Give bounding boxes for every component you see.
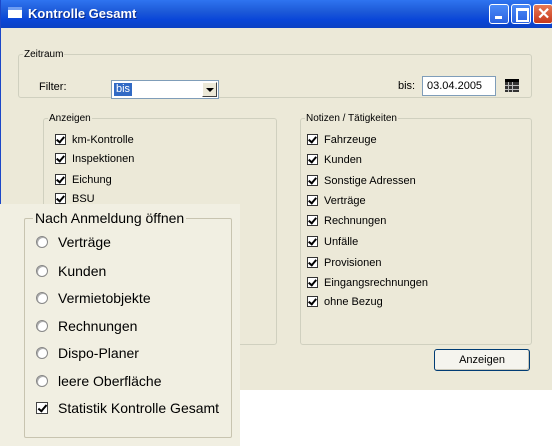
radio-icon[interactable] xyxy=(36,265,48,277)
checkbox-checked-icon[interactable] xyxy=(307,154,318,165)
close-button[interactable]: ✕ xyxy=(533,4,552,24)
maximize-icon xyxy=(516,8,529,22)
title-bar[interactable]: Kontrolle Gesamt ✕ xyxy=(1,0,552,28)
radio-dispo-planer[interactable]: Dispo-Planer xyxy=(36,343,139,363)
checkbox-rechnungen[interactable]: Rechnungen xyxy=(307,213,386,228)
anzeigen-legend: Anzeigen xyxy=(49,113,91,124)
radio-label: Kunden xyxy=(58,263,107,279)
checkbox-label: Unfälle xyxy=(324,235,359,248)
checkbox-checked-icon[interactable] xyxy=(307,257,318,268)
date-input[interactable]: 03.04.2005 xyxy=(422,76,496,96)
close-icon: ✕ xyxy=(537,6,551,23)
radio-rechnungen[interactable]: Rechnungen xyxy=(36,316,137,336)
checkbox-checked-icon[interactable] xyxy=(307,215,318,226)
checkbox-vertraege[interactable]: Verträge xyxy=(307,193,366,208)
checkbox-checked-icon[interactable] xyxy=(307,175,318,186)
checkbox-label: Fahrzeuge xyxy=(324,133,377,146)
checkbox-checked-icon[interactable] xyxy=(55,153,66,164)
radio-label: Vermietobjekte xyxy=(58,290,151,306)
checkbox-sonstige-adressen[interactable]: Sonstige Adressen xyxy=(307,173,416,188)
minimize-icon xyxy=(495,16,502,19)
filter-select[interactable]: bis xyxy=(111,80,219,99)
checkbox-label: km-Kontrolle xyxy=(72,133,134,146)
checkbox-label: Kunden xyxy=(324,153,362,166)
checkbox-km-kontrolle[interactable]: km-Kontrolle xyxy=(55,132,134,147)
radio-label: Dispo-Planer xyxy=(58,345,139,361)
chevron-down-icon[interactable] xyxy=(202,82,217,97)
radio-label: leere Oberfläche xyxy=(58,373,162,389)
radio-kunden[interactable]: Kunden xyxy=(36,261,106,281)
radio-icon[interactable] xyxy=(36,347,48,359)
radio-icon[interactable] xyxy=(36,292,48,304)
checkbox-checked-icon[interactable] xyxy=(307,236,318,247)
radio-vermietobjekte[interactable]: Vermietobjekte xyxy=(36,288,151,308)
checkbox-label: Provisionen xyxy=(324,256,382,269)
checkbox-label: Statistik Kontrolle Gesamt xyxy=(58,400,220,416)
notizen-legend: Notizen / Tätigkeiten xyxy=(306,113,397,124)
checkbox-label: Eingangsrechnungen xyxy=(324,276,428,289)
radio-label: Rechnungen xyxy=(58,318,138,334)
filter-label: Filter: xyxy=(39,81,67,93)
radio-icon[interactable] xyxy=(36,320,48,332)
checkbox-checked-icon[interactable] xyxy=(307,296,318,307)
anzeigen-button[interactable]: Anzeigen xyxy=(434,349,530,371)
radio-leere-oberflaeche[interactable]: leere Oberfläche xyxy=(36,371,162,391)
checkbox-checked-icon[interactable] xyxy=(307,277,318,288)
bis-label: bis: xyxy=(398,80,416,92)
checkbox-checked-icon[interactable] xyxy=(307,134,318,145)
checkbox-checked-icon[interactable] xyxy=(55,193,66,204)
notizen-group: Notizen / Tätigkeiten xyxy=(300,113,532,345)
minimize-button[interactable] xyxy=(489,4,509,24)
radio-vertraege[interactable]: Verträge xyxy=(36,232,111,252)
checkbox-checked-icon[interactable] xyxy=(55,134,66,145)
maximize-button[interactable] xyxy=(511,4,531,24)
checkbox-label: Eichung xyxy=(72,173,112,186)
calendar-button[interactable] xyxy=(502,77,522,95)
radio-icon[interactable] xyxy=(36,236,48,248)
radio-label: Verträge xyxy=(58,234,111,250)
checkbox-label: Inspektionen xyxy=(72,152,135,165)
radio-icon[interactable] xyxy=(36,375,48,387)
checkbox-checked-icon[interactable] xyxy=(307,195,318,206)
checkbox-label: Rechnungen xyxy=(324,214,387,227)
window-icon xyxy=(8,7,22,18)
checkbox-label: BSU xyxy=(72,192,95,205)
checkbox-inspektionen[interactable]: Inspektionen xyxy=(55,151,134,166)
checkbox-kunden[interactable]: Kunden xyxy=(307,152,362,167)
filter-select-value: bis xyxy=(114,83,133,96)
checkbox-checked-icon[interactable] xyxy=(55,174,66,185)
checkbox-provisionen[interactable]: Provisionen xyxy=(307,255,381,270)
startup-options-legend: Nach Anmeldung öffnen xyxy=(35,210,185,226)
checkbox-label: Sonstige Adressen xyxy=(324,174,416,187)
checkbox-label: ohne Bezug xyxy=(324,295,383,308)
checkbox-fahrzeuge[interactable]: Fahrzeuge xyxy=(307,132,377,147)
checkbox-eichung[interactable]: Eichung xyxy=(55,172,112,187)
checkbox-unfaelle[interactable]: Unfälle xyxy=(307,234,358,249)
checkbox-statistik-kontrolle-gesamt[interactable]: Statistik Kontrolle Gesamt xyxy=(36,398,219,418)
calendar-icon xyxy=(505,79,519,92)
zeitraum-legend: Zeitraum xyxy=(24,49,64,60)
window-title: Kontrolle Gesamt xyxy=(28,6,137,21)
checkbox-checked-icon[interactable] xyxy=(36,402,48,414)
checkbox-ohne-bezug[interactable]: ohne Bezug xyxy=(307,294,383,309)
checkbox-label: Verträge xyxy=(324,194,366,207)
checkbox-eingangsrechnungen[interactable]: Eingangsrechnungen xyxy=(307,275,428,290)
